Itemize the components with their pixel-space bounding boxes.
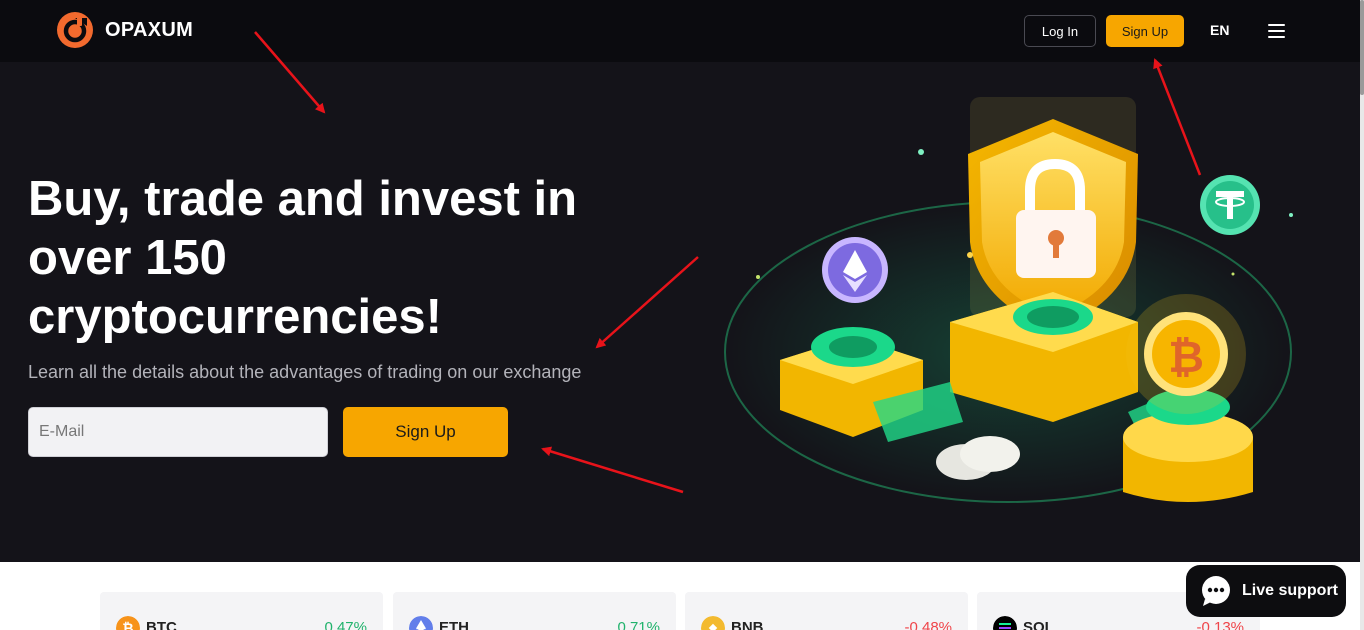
ticker-card-bnb[interactable]: BNB -0.48%	[685, 592, 968, 630]
ticker-card-btc[interactable]: ₿ BTC 0.47%	[100, 592, 383, 630]
live-support-button[interactable]: Live support	[1186, 565, 1346, 617]
brand-name: OPAXUM	[105, 18, 194, 41]
ticker-symbol: SOL	[1023, 619, 1054, 630]
chat-bubble-icon	[1202, 576, 1230, 606]
ticker-change: 0.47%	[324, 619, 367, 630]
market-ticker: ₿ BTC 0.47% ETH 0.71% BNB -0.48% SOL -0.…	[0, 562, 1360, 630]
logo-icon	[57, 12, 93, 48]
email-input[interactable]	[28, 407, 328, 457]
bitcoin-icon: ₿	[116, 616, 140, 630]
logo[interactable]: OPAXUM	[57, 12, 193, 48]
ticker-symbol: ETH	[439, 619, 469, 630]
ticker-change: -0.48%	[904, 619, 952, 630]
live-support-label: Live support	[1242, 582, 1339, 599]
scrollbar-thumb[interactable]	[1360, 0, 1364, 95]
login-button[interactable]: Log In	[1024, 15, 1096, 47]
ticker-symbol: BNB	[731, 619, 764, 630]
hero-section: Buy, trade and invest in over 150 crypto…	[0, 62, 1360, 562]
ticker-symbol: BTC	[146, 619, 177, 630]
ticker-change: 0.71%	[617, 619, 660, 630]
solana-icon	[993, 616, 1017, 630]
hero-title: Buy, trade and invest in over 150 crypto…	[28, 172, 578, 344]
ethereum-icon	[409, 616, 433, 630]
svg-text:₿: ₿	[1168, 333, 1204, 382]
page: OPAXUM Log In Sign Up EN Buy, trade and …	[0, 0, 1364, 630]
crypto-illustration: ₿	[723, 97, 1293, 503]
header-signup-button[interactable]: Sign Up	[1106, 15, 1184, 47]
hero-signup-button[interactable]: Sign Up	[343, 407, 508, 457]
hamburger-menu-icon[interactable]	[1268, 24, 1285, 38]
hero-subtitle: Learn all the details about the advantag…	[28, 362, 582, 382]
language-selector[interactable]: EN	[1210, 22, 1229, 38]
bnb-icon	[701, 616, 725, 630]
ticker-card-eth[interactable]: ETH 0.71%	[393, 592, 676, 630]
top-nav: OPAXUM Log In Sign Up EN	[0, 0, 1360, 62]
svg-text:₿: ₿	[122, 620, 133, 630]
ticker-change: -0.13%	[1196, 619, 1244, 630]
